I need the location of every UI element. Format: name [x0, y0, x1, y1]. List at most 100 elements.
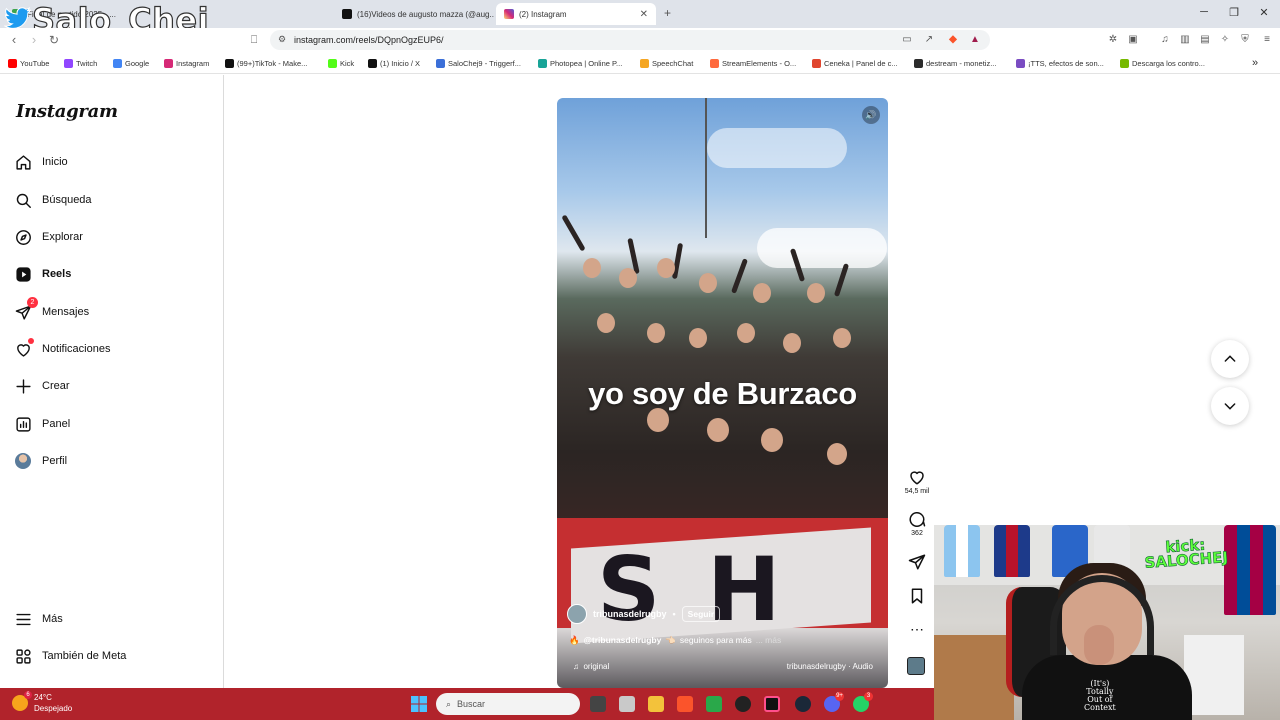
- sidebar-item-perfil[interactable]: Perfil: [14, 449, 214, 473]
- reload-icon[interactable]: ↻: [46, 32, 62, 48]
- bookmark-twitch[interactable]: Twitch: [64, 57, 97, 69]
- bookmark-label: StreamElements - O...: [722, 58, 797, 68]
- bookmark-icon: [911, 588, 923, 604]
- home-icon: [14, 153, 32, 171]
- heart-icon: [910, 471, 924, 485]
- sidebar-item-inicio[interactable]: Inicio: [14, 150, 214, 174]
- steam-icon[interactable]: [795, 696, 811, 712]
- vpn-icon[interactable]: ⛨: [1238, 33, 1252, 47]
- media-control-icon[interactable]: ♫: [1158, 33, 1172, 47]
- bookmark-speechchat[interactable]: SpeechChat: [640, 57, 693, 69]
- sidebar-item-crear[interactable]: Crear: [14, 374, 214, 398]
- bookmark-label: Kick: [340, 58, 355, 68]
- bookmark-instagram[interactable]: Instagram: [164, 57, 209, 69]
- cast-icon[interactable]: ▭: [900, 33, 914, 47]
- extensions-icon[interactable]: ✲: [1106, 33, 1120, 47]
- browser-tab-active[interactable]: (2) Instagram ✕: [496, 3, 656, 25]
- author-avatar[interactable]: [567, 604, 587, 624]
- bookmark-ceneka[interactable]: Ceneka | Panel de c...: [812, 57, 898, 69]
- more-bookmarks-button[interactable]: »: [1252, 57, 1258, 69]
- tab-favicon-icon: [342, 9, 352, 19]
- sidebar-item-panel[interactable]: Panel: [14, 412, 214, 436]
- bookmark-salochej[interactable]: SaloChej9 - Triggerf...: [436, 57, 521, 69]
- comment-button[interactable]: 362: [903, 510, 931, 537]
- sidebar-item-explorar[interactable]: Explorar: [14, 225, 214, 249]
- obs-icon[interactable]: [735, 696, 751, 712]
- browser-tab[interactable]: (16)Videos de augusto mazza (@aug...: [334, 3, 494, 25]
- discord-icon[interactable]: 9+: [824, 692, 844, 712]
- tiktok-icon: [225, 58, 234, 68]
- next-reel-button[interactable]: [1211, 387, 1249, 425]
- minimize-icon[interactable]: ─: [1196, 6, 1212, 18]
- more-link[interactable]: ... más: [756, 635, 782, 646]
- bookmark-destream[interactable]: destream - monetiz...: [914, 57, 996, 69]
- heart-icon: [14, 338, 34, 358]
- bookmark-youtube[interactable]: YouTube: [8, 57, 49, 69]
- bookmark-page-icon[interactable]: ⎕: [246, 32, 262, 48]
- windows-start-icon[interactable]: [411, 696, 427, 712]
- instagram-logo[interactable]: Instagram: [16, 101, 118, 122]
- taskbar-search-box[interactable]: ⌕ Buscar: [436, 693, 580, 715]
- restore-icon[interactable]: ❐: [1226, 6, 1242, 19]
- bookmark-x[interactable]: (1) Inicio / X: [368, 57, 420, 69]
- leo-ai-icon[interactable]: ✧: [1218, 33, 1232, 47]
- address-bar[interactable]: ⚙ instagram.com/reels/DQpnOgzEUP6/: [270, 30, 990, 50]
- bookmark-label: SaloChej9 - Triggerf...: [448, 58, 521, 68]
- bookmark-tts[interactable]: ¡TTS, efectos de son...: [1016, 57, 1104, 69]
- wallet-icon[interactable]: ▤: [1198, 33, 1212, 47]
- back-icon[interactable]: ‹: [6, 32, 22, 48]
- bookmark-streamelements[interactable]: StreamElements - O...: [710, 57, 796, 69]
- close-window-icon[interactable]: ✕: [1256, 6, 1272, 19]
- bookmark-kick[interactable]: Kick: [328, 57, 354, 69]
- banner-letter: S: [597, 538, 661, 641]
- sidebar-item-notificaciones[interactable]: Notificaciones: [14, 337, 214, 361]
- sidebar-item-reels[interactable]: Reels: [14, 262, 214, 286]
- follow-button[interactable]: Seguir: [681, 606, 721, 622]
- menu-icon[interactable]: ≡: [1260, 33, 1274, 47]
- whatsapp-icon[interactable]: 3: [853, 692, 873, 712]
- tab-label: (2) Instagram: [519, 9, 567, 19]
- sidebar-item-mensajes[interactable]: 2 Mensajes: [14, 297, 214, 324]
- screenshot-icon[interactable]: ▣: [1126, 33, 1140, 47]
- bookmark-photopea[interactable]: Photopea | Online P...: [538, 57, 622, 69]
- task-view-icon[interactable]: [590, 696, 606, 712]
- new-tab-button[interactable]: +: [664, 6, 671, 20]
- bookmark-tiktok[interactable]: (99+)TikTok - Make...: [225, 57, 307, 69]
- reel-description[interactable]: 🔥 @tribunasdelrugby 👈🏻 seguinos para más…: [569, 635, 781, 646]
- bookmark-label: Photopea | Online P...: [550, 58, 623, 68]
- brave-rewards-icon[interactable]: ▲: [968, 33, 982, 47]
- sidebar-item-tambien-de-meta[interactable]: También de Meta: [14, 644, 214, 668]
- forward-icon[interactable]: ›: [26, 32, 42, 48]
- crowd-head: [833, 328, 851, 348]
- audio-thumbnail[interactable]: [907, 657, 925, 675]
- file-explorer-icon[interactable]: [648, 696, 664, 712]
- description-handle[interactable]: @tribunasdelrugby: [584, 635, 662, 646]
- calculator-icon[interactable]: [619, 696, 635, 712]
- xbox-app-icon[interactable]: [706, 696, 722, 712]
- sidebar-item-busqueda[interactable]: Búsqueda: [14, 188, 214, 212]
- weather-widget[interactable]: 6 24°C Despejado: [12, 691, 73, 714]
- crowd-head: [657, 258, 675, 278]
- dashboard-icon: [14, 415, 32, 433]
- author-username[interactable]: tribunasdelrugby: [593, 609, 667, 619]
- site-settings-icon[interactable]: ⚙: [278, 34, 286, 45]
- share-icon[interactable]: ↗: [922, 33, 936, 47]
- share-button[interactable]: [903, 553, 931, 573]
- music-note-icon: ♫: [573, 662, 579, 671]
- sound-toggle-icon[interactable]: 🔊: [862, 106, 880, 124]
- tiktok-live-icon[interactable]: [764, 696, 780, 712]
- more-options-button[interactable]: ⋯: [903, 622, 931, 636]
- brave-shields-icon[interactable]: ◆: [946, 33, 960, 47]
- sidebar-item-mas[interactable]: Más: [14, 607, 214, 631]
- previous-reel-button[interactable]: [1211, 340, 1249, 378]
- reel-video[interactable]: S H yo soy de Burzaco 🔊 tribunasdelrugby…: [557, 98, 888, 688]
- like-button[interactable]: 54,5 mil: [903, 468, 931, 495]
- weather-condition: Despejado: [34, 704, 73, 713]
- bookmark-google[interactable]: Google: [113, 57, 149, 69]
- close-tab-icon[interactable]: ✕: [640, 9, 648, 20]
- save-button[interactable]: [903, 587, 931, 607]
- brave-browser-icon[interactable]: [677, 696, 693, 712]
- sidebar-toggle-icon[interactable]: ▥: [1178, 33, 1192, 47]
- bookmark-nvidia[interactable]: Descarga los contro...: [1120, 57, 1205, 69]
- reel-audio[interactable]: ♫ original tribunasdelrugby · Audio: [573, 662, 873, 671]
